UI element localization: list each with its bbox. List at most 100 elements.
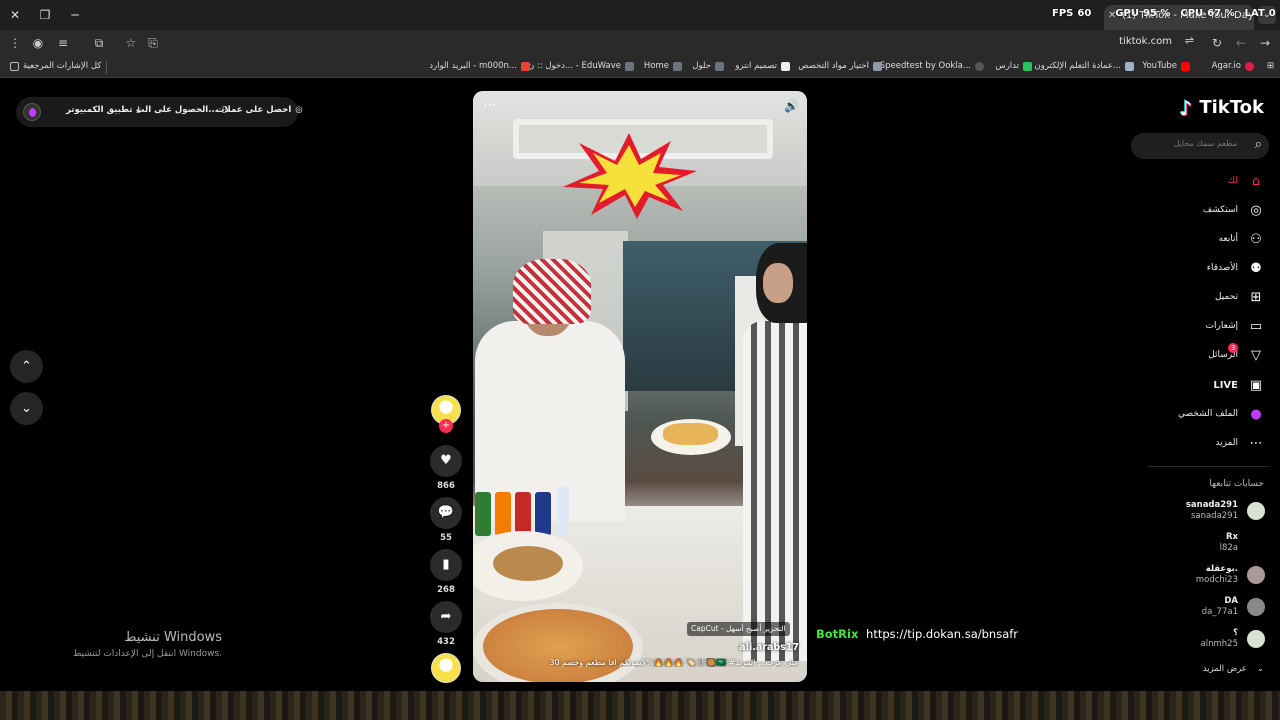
- avatar[interactable]: [1247, 502, 1265, 520]
- comic-burst-sticker: [563, 133, 697, 219]
- nav-profile[interactable]: الملف الشخصي ●: [1178, 406, 1264, 422]
- perf-overlay: FPS 60 GPU 95 % CPU 67 % LAT 0 ms: [1052, 8, 1280, 19]
- video-drinks: [475, 486, 585, 536]
- drink-can: [495, 492, 511, 536]
- tiktok-note-icon: [1179, 96, 1195, 120]
- account-item[interactable]: DA da_77a1: [1202, 596, 1238, 618]
- volume-icon[interactable]: 🔊: [784, 99, 799, 113]
- extensions-icon[interactable]: ⧉: [90, 34, 108, 52]
- menu-dots-icon[interactable]: ⋮: [6, 34, 24, 52]
- nav-more[interactable]: المزيد ⋯: [1215, 435, 1264, 451]
- bookmark-all[interactable]: كل الإشارات المرجعية: [10, 61, 101, 71]
- get-app-link[interactable]: الحصول على الت... ▯: [136, 105, 227, 115]
- stream-bottom-strip: [0, 691, 1280, 720]
- video-player[interactable]: ⋯ 🔊 CapCut - التحرير أصبح أسهل ali.arabs…: [473, 91, 807, 682]
- water-bottle: [557, 486, 569, 536]
- share-icon[interactable]: ➦: [430, 601, 462, 633]
- comment-count: 55: [440, 533, 452, 543]
- bookmark-speedtest[interactable]: Speedtest by Ookla...: [880, 61, 984, 71]
- solutions-icon: [715, 61, 724, 71]
- bookmark-home[interactable]: Home: [644, 61, 682, 71]
- avatar[interactable]: [1247, 566, 1265, 584]
- chevron-down-icon: ⌄: [1256, 664, 1264, 674]
- nav-notifications[interactable]: إشعارات ▭: [1206, 318, 1264, 334]
- bookmark-courses[interactable]: اختيار مواد التخصص: [798, 61, 882, 71]
- bookmark-intro[interactable]: تصميم انترو: [735, 61, 790, 71]
- bookmark-solutions[interactable]: حلول: [692, 61, 724, 71]
- bookmark-agar[interactable]: Agar.io: [1212, 61, 1254, 71]
- bookmarks-bar: ⊞ Agar.io YouTube عمادة التعلم الإلكترون…: [0, 56, 1280, 78]
- video-woman: [743, 321, 807, 661]
- video-ghutra: [513, 259, 591, 324]
- restore-window-icon[interactable]: ❐: [34, 4, 56, 26]
- music-disc-avatar[interactable]: [431, 653, 461, 683]
- get-coins-link[interactable]: احصل على عملات ◎: [216, 105, 303, 115]
- search-box: ⌕: [1131, 133, 1269, 159]
- perf-lat-label: LAT: [1244, 8, 1265, 19]
- youtube-icon: [1181, 61, 1190, 71]
- botrix-name: BotRix: [816, 627, 859, 641]
- friends-icon: ⚉: [1250, 260, 1262, 276]
- bookmark-gmail[interactable]: البريد الوارد - m000n...: [429, 61, 530, 71]
- activation-title: تنشيط Windows: [124, 630, 222, 645]
- account-item[interactable]: ؟ alnmh25: [1201, 628, 1238, 650]
- tadaris-icon: [1023, 61, 1032, 71]
- upload-icon: ⊞: [1250, 289, 1262, 305]
- video-rice: [493, 546, 563, 581]
- nav-live[interactable]: LIVE ▣: [1213, 377, 1264, 393]
- bookmark-icon[interactable]: ▮: [430, 549, 462, 581]
- botrix-overlay: BotRix https://tip.dokan.sa/bnsafr: [816, 627, 1018, 641]
- next-video-button[interactable]: ⌄: [10, 392, 43, 425]
- messages-badge: 3: [1228, 343, 1238, 353]
- close-window-icon[interactable]: ✕: [4, 4, 26, 26]
- reload-icon[interactable]: ↻: [1208, 34, 1226, 52]
- tiktok-logo[interactable]: TikTok: [1179, 96, 1264, 120]
- bookmark-youtube[interactable]: YouTube: [1142, 61, 1190, 71]
- tiktok-coin-logo[interactable]: [23, 103, 41, 121]
- avatar[interactable]: [1247, 630, 1265, 648]
- comment-icon[interactable]: 💬: [430, 497, 462, 529]
- see-more-button[interactable]: عرض المزيد ⌄: [1203, 664, 1264, 674]
- bookmark-eduwave[interactable]: دخول :: ن... - EduWave: [528, 61, 634, 71]
- video-woman-face: [763, 263, 793, 303]
- bookmark-elearning[interactable]: عمادة التعلم الإلكترون...: [1034, 61, 1134, 71]
- video-caption[interactable]: لايفوتكم اقا مطعم وخصم 30%🔥🔥🔥 🏷️🍴🥘🇸🇦 #عل…: [481, 658, 799, 667]
- drink-can: [535, 492, 551, 536]
- gamepad-icon[interactable]: ◉: [29, 34, 47, 52]
- bookmark-tadaris[interactable]: تدارس: [995, 61, 1032, 71]
- nav-following[interactable]: أتابعه ⚇: [1219, 231, 1264, 247]
- nav-upload[interactable]: تحميل ⊞: [1215, 289, 1264, 305]
- nav-friends[interactable]: الأصدقاء ⚉: [1207, 260, 1264, 276]
- intro-icon: [781, 61, 790, 71]
- search-input[interactable]: [1137, 139, 1237, 148]
- avatar[interactable]: [1247, 598, 1265, 616]
- previous-video-button[interactable]: ⌃: [10, 350, 43, 383]
- video-author[interactable]: ali.arabs17: [739, 642, 799, 653]
- notification-icon: ▭: [1249, 318, 1263, 334]
- like-count: 866: [437, 481, 455, 491]
- nav-messages[interactable]: الرسائل ▽ 3: [1208, 343, 1264, 363]
- desktop-app-link[interactable]: تطبيق الكمبيوتر ⤓: [66, 105, 140, 115]
- comment-action: 💬 55: [430, 497, 462, 543]
- back-icon[interactable]: →: [1256, 34, 1274, 52]
- site-settings-icon[interactable]: ⇌: [1185, 34, 1194, 47]
- video-more-icon[interactable]: ⋯: [483, 97, 497, 113]
- forward-icon[interactable]: ←: [1232, 34, 1250, 52]
- perf-cpu-value: 67 %: [1207, 8, 1235, 19]
- account-item[interactable]: Rx l82a: [1220, 532, 1238, 554]
- minimize-window-icon[interactable]: ─: [64, 4, 86, 26]
- bookmarks-divider: [106, 60, 107, 74]
- like-action: ♥ 866: [430, 445, 462, 491]
- nav-explore[interactable]: استكشف ◎: [1203, 202, 1264, 218]
- sliders-icon[interactable]: ≡: [54, 34, 72, 52]
- nav-for-you[interactable]: لك ⌂: [1228, 173, 1264, 189]
- bookmark-star-icon[interactable]: ☆: [122, 34, 140, 52]
- account-item[interactable]: بوعقلة. modchi23: [1196, 564, 1238, 586]
- follow-plus-icon[interactable]: +: [439, 419, 453, 433]
- heart-icon[interactable]: ♥: [430, 445, 462, 477]
- capcut-label[interactable]: CapCut - التحرير أصبح أسهل: [687, 622, 790, 636]
- address-bar[interactable]: tiktok.com ⇌: [140, 32, 1202, 54]
- search-icon[interactable]: ⌕: [1255, 137, 1262, 152]
- account-item[interactable]: sanada291 sanada291: [1186, 500, 1238, 522]
- apps-icon[interactable]: ⊞: [1267, 61, 1274, 71]
